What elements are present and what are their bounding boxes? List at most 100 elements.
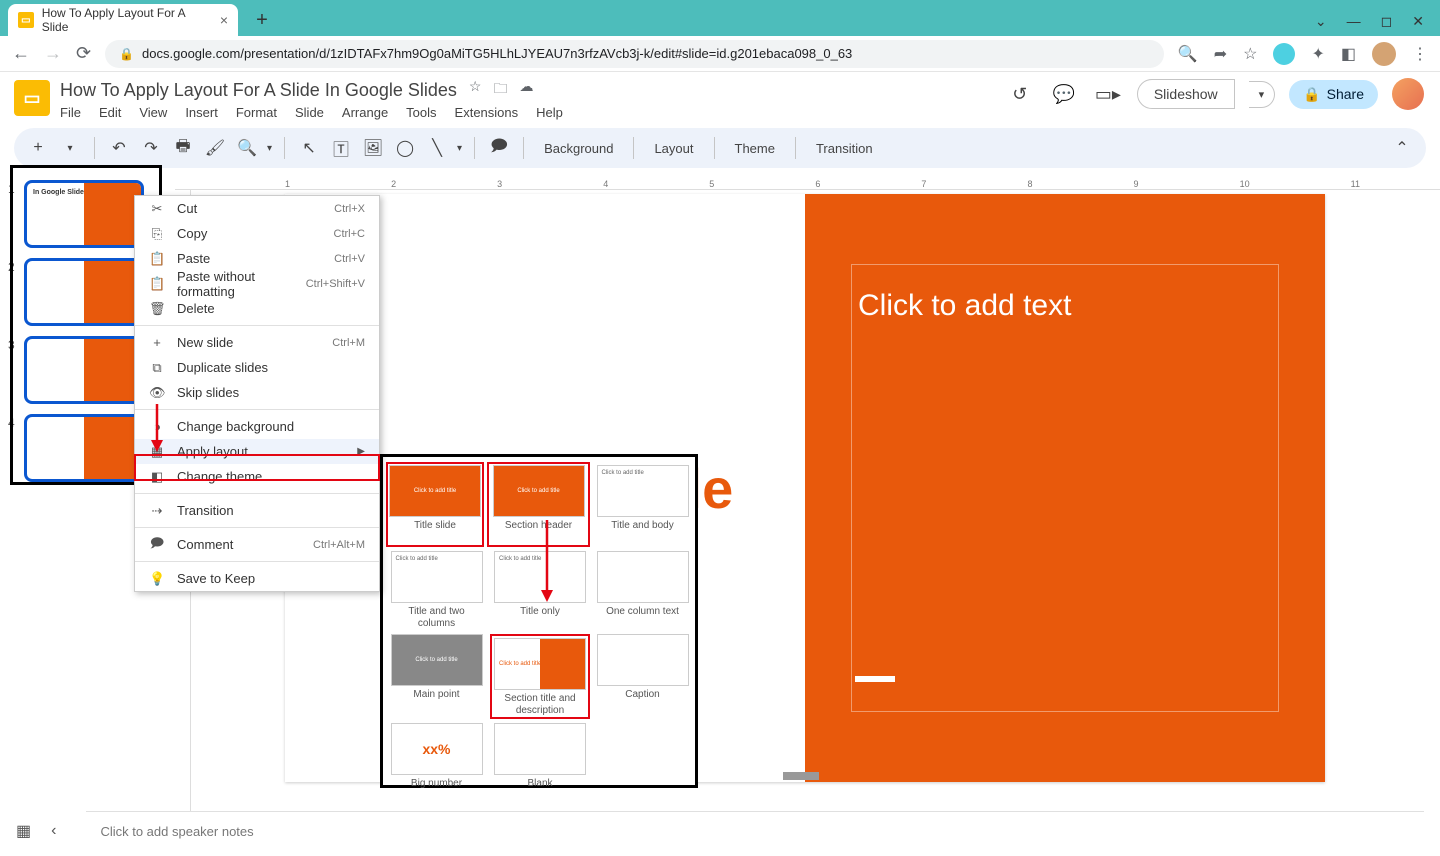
minimize-icon[interactable]: —	[1347, 13, 1361, 30]
ctx-cut[interactable]: ✂CutCtrl+X	[135, 196, 379, 221]
line-dd[interactable]: ▾	[457, 143, 462, 154]
slide-thumbnail[interactable]	[24, 258, 144, 326]
ctx-comment[interactable]: 🗩CommentCtrl+Alt+M	[135, 532, 379, 557]
delete-icon: 🗑	[149, 301, 165, 317]
collapse-icon[interactable]: ⌃	[1390, 136, 1414, 160]
textbox-icon[interactable]: 🅃	[329, 136, 353, 160]
ctx-apply-layout[interactable]: ▦Apply layout▶	[135, 439, 379, 464]
extensions-icon[interactable]: ✦	[1311, 44, 1324, 64]
zoom-icon[interactable]: 🔍	[1178, 44, 1198, 64]
select-icon[interactable]: ↖	[297, 136, 321, 160]
line-icon[interactable]: ╲	[425, 136, 449, 160]
menu-slide[interactable]: Slide	[295, 105, 324, 120]
user-avatar[interactable]	[1392, 78, 1424, 110]
ctx-duplicate[interactable]: ⧉Duplicate slides	[135, 355, 379, 380]
ctx-change-theme[interactable]: ◧Change theme	[135, 464, 379, 489]
ctx-delete[interactable]: 🗑Delete	[135, 296, 379, 321]
back-icon[interactable]: ←	[12, 43, 30, 64]
menu-arrange[interactable]: Arrange	[342, 105, 388, 120]
image-icon[interactable]: 🖼	[361, 136, 385, 160]
layout-section-header[interactable]: Click to add title	[493, 465, 585, 517]
redo-icon[interactable]: ↷	[139, 136, 163, 160]
layout-title-slide[interactable]: Click to add title	[389, 465, 481, 517]
speaker-notes[interactable]: Click to add speaker notes	[86, 811, 1424, 851]
layout-title-and-body[interactable]: Click to add title	[597, 465, 689, 517]
chevron-down-icon[interactable]: ⌄	[1315, 13, 1327, 30]
browser-tab[interactable]: ▭ How To Apply Layout For A Slide ×	[8, 4, 238, 36]
maximize-icon[interactable]: ◻	[1381, 13, 1393, 30]
menu-file[interactable]: File	[60, 105, 81, 120]
close-window-icon[interactable]: ✕	[1412, 13, 1424, 30]
extension-icon[interactable]	[1273, 43, 1295, 65]
new-tab-button[interactable]: +	[248, 6, 276, 34]
menu-edit[interactable]: Edit	[99, 105, 121, 120]
ctx-paste[interactable]: 📋PasteCtrl+V	[135, 246, 379, 271]
menu-format[interactable]: Format	[236, 105, 277, 120]
comment-add-icon[interactable]: 🗩	[487, 136, 511, 160]
ctx-skip[interactable]: 👁Skip slides	[135, 380, 379, 405]
ruler-tick: 2	[391, 179, 396, 189]
layout-one-column[interactable]	[597, 551, 689, 603]
doc-title[interactable]: How To Apply Layout For A Slide In Googl…	[60, 80, 457, 101]
ctx-shortcut: Ctrl+Alt+M	[313, 539, 365, 551]
ctx-paste-without-formatting[interactable]: 📋Paste without formattingCtrl+Shift+V	[135, 271, 379, 296]
kebab-menu-icon[interactable]: ⋮	[1412, 44, 1428, 64]
url-input[interactable]: 🔒 docs.google.com/presentation/d/1zIDTAF…	[105, 40, 1164, 68]
forward-icon[interactable]: →	[44, 43, 62, 64]
sidepanel-icon[interactable]: ◧	[1341, 44, 1356, 64]
grid-view-icon[interactable]: ▦	[16, 821, 31, 841]
shape-icon[interactable]: ◯	[393, 136, 417, 160]
layout-caption[interactable]	[597, 634, 689, 686]
slide-thumbnail[interactable]	[24, 336, 144, 404]
close-tab-icon[interactable]: ×	[220, 12, 228, 28]
background-button[interactable]: Background	[536, 141, 621, 156]
layout-thumb-text: Click to add title	[415, 657, 457, 663]
ctx-copy[interactable]: ⎘CopyCtrl+C	[135, 221, 379, 246]
slideshow-button[interactable]: Slideshow	[1137, 79, 1235, 109]
menu-tools[interactable]: Tools	[406, 105, 436, 120]
transition-button[interactable]: Transition	[808, 141, 881, 156]
menu-insert[interactable]: Insert	[185, 105, 218, 120]
layout-main-point[interactable]: Click to add title	[391, 634, 483, 686]
present-icon[interactable]: ▭▸	[1093, 79, 1123, 109]
profile-avatar[interactable]	[1372, 42, 1396, 66]
slide-thumbnail[interactable]: In Google Slides	[24, 180, 144, 248]
move-icon[interactable]: 🗀	[493, 78, 507, 102]
share-page-icon[interactable]: ➦	[1214, 44, 1227, 64]
paint-icon[interactable]: 🖌	[203, 136, 227, 160]
layout-blank[interactable]	[494, 723, 586, 775]
ctx-new-slide[interactable]: +New slideCtrl+M	[135, 330, 379, 355]
history-icon[interactable]: ↺	[1005, 79, 1035, 109]
layout-title-two-columns[interactable]: Click to add title	[391, 551, 483, 603]
theme-button[interactable]: Theme	[727, 141, 783, 156]
star-icon[interactable]: ☆	[469, 78, 482, 102]
slideshow-dropdown[interactable]: ▾	[1249, 81, 1276, 108]
layout-big-number[interactable]: xx%	[391, 723, 483, 775]
explore-icon[interactable]: ‹	[51, 822, 56, 840]
reload-icon[interactable]: ⟳	[76, 43, 91, 64]
menu-view[interactable]: View	[139, 105, 167, 120]
text-placeholder-box[interactable]: Click to add text	[851, 264, 1279, 712]
bookmark-icon[interactable]: ☆	[1243, 44, 1257, 64]
layout-section-title-description[interactable]: Click to add title	[494, 638, 586, 690]
ctx-label: Change background	[177, 419, 294, 434]
ctx-transition[interactable]: ⇢Transition	[135, 498, 379, 523]
cloud-icon[interactable]: ☁	[519, 78, 533, 102]
undo-icon[interactable]: ↶	[107, 136, 131, 160]
print-icon[interactable]: 🖶	[171, 136, 195, 160]
ctx-save-keep[interactable]: 💡Save to Keep	[135, 566, 379, 591]
new-slide-icon[interactable]: +	[26, 136, 50, 160]
zoom-dd[interactable]: ▾	[267, 143, 272, 154]
layout-thumb-text: Click to add title	[602, 470, 644, 476]
share-button[interactable]: 🔒Share	[1289, 80, 1378, 109]
zoom-icon[interactable]: 🔍	[235, 136, 259, 160]
ctx-change-background[interactable]: ◑Change background	[135, 414, 379, 439]
dropdown-icon[interactable]: ▾	[58, 136, 82, 160]
slides-logo-icon[interactable]: ▭	[14, 80, 50, 116]
comments-icon[interactable]: 💬	[1049, 79, 1079, 109]
layout-label: One column text	[606, 606, 679, 630]
layout-button[interactable]: Layout	[646, 141, 701, 156]
slide-thumbnail[interactable]	[24, 414, 144, 482]
menu-help[interactable]: Help	[536, 105, 563, 120]
menu-extensions[interactable]: Extensions	[455, 105, 519, 120]
